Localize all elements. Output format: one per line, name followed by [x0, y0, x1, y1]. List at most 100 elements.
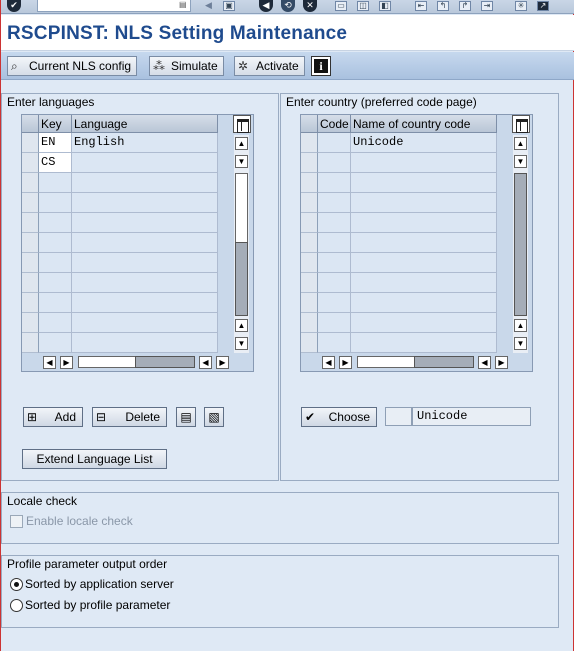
- row-selector[interactable]: [301, 313, 318, 333]
- languages-vscroll[interactable]: ▲ ▼ ▲ ▼: [234, 135, 249, 353]
- table-cell-name[interactable]: [351, 333, 497, 353]
- enable-locale-check-checkbox[interactable]: [10, 515, 23, 528]
- table-cell-language[interactable]: English: [72, 133, 218, 153]
- table-cell-language[interactable]: [72, 153, 218, 173]
- last-page-icon[interactable]: ⇥: [481, 1, 493, 11]
- scroll-right-icon[interactable]: ▶: [216, 356, 229, 369]
- table-cell-language[interactable]: [72, 293, 218, 313]
- next-page-icon[interactable]: ↱: [459, 1, 471, 11]
- row-selector[interactable]: [301, 193, 318, 213]
- table-cell-name[interactable]: Unicode: [351, 133, 497, 153]
- extend-language-list-button[interactable]: Extend Language List: [22, 449, 167, 469]
- row-selector[interactable]: [22, 333, 39, 353]
- page-down-icon[interactable]: ▼: [235, 337, 248, 350]
- row-selector[interactable]: [301, 133, 318, 153]
- table-cell-code[interactable]: [318, 133, 351, 153]
- row-selector[interactable]: [22, 213, 39, 233]
- sorted-by-profile-parameter-radio[interactable]: [10, 599, 23, 612]
- scroll-thumb[interactable]: [235, 242, 248, 316]
- row-selector[interactable]: [22, 233, 39, 253]
- table-cell-key[interactable]: [39, 253, 72, 273]
- current-nls-config-button[interactable]: ⌕ Current NLS config: [7, 56, 138, 76]
- table-cell-key[interactable]: [39, 313, 72, 333]
- table-cell-key[interactable]: [39, 293, 72, 313]
- hscroll-track[interactable]: [78, 356, 136, 368]
- find-icon[interactable]: ◫: [357, 1, 369, 11]
- simulate-button[interactable]: ⁂ Simulate: [149, 56, 224, 76]
- table-cell-language[interactable]: [72, 173, 218, 193]
- row-selector[interactable]: [301, 333, 318, 353]
- table-cell-name[interactable]: [351, 273, 497, 293]
- info-button[interactable]: i: [311, 56, 331, 76]
- sorted-by-app-server-radio[interactable]: [10, 578, 23, 591]
- column-header-country-name[interactable]: Name of country code: [351, 115, 497, 133]
- table-cell-code[interactable]: [318, 273, 351, 293]
- row-selector[interactable]: [22, 253, 39, 273]
- add-button[interactable]: ⊞ Add: [23, 407, 83, 427]
- row-selector[interactable]: [22, 133, 39, 153]
- table-cell-language[interactable]: [72, 233, 218, 253]
- find-next-icon[interactable]: ◧: [379, 1, 391, 11]
- row-selector[interactable]: [301, 213, 318, 233]
- command-history-icon[interactable]: ▤: [179, 0, 188, 10]
- column-header-key[interactable]: Key: [39, 115, 72, 133]
- table-cell-language[interactable]: [72, 193, 218, 213]
- scroll-up-icon[interactable]: ▲: [514, 137, 527, 150]
- country-vscroll[interactable]: ▲ ▼ ▲ ▼: [513, 135, 528, 353]
- row-selector[interactable]: [301, 253, 318, 273]
- scroll-left-icon[interactable]: ◀: [199, 356, 212, 369]
- column-header-code[interactable]: Code: [318, 115, 351, 133]
- table-cell-key[interactable]: [39, 173, 72, 193]
- table-cell-code[interactable]: [318, 173, 351, 193]
- scroll-right-icon[interactable]: ▶: [60, 356, 73, 369]
- select-all-icon[interactable]: ▤: [176, 407, 196, 427]
- command-field[interactable]: ▤: [37, 0, 191, 12]
- table-cell-code[interactable]: [318, 193, 351, 213]
- prev-page-icon[interactable]: ↰: [437, 1, 449, 11]
- table-cell-name[interactable]: [351, 153, 497, 173]
- print-icon[interactable]: ▭: [335, 1, 347, 11]
- table-cell-key[interactable]: CS: [39, 153, 72, 173]
- row-selector[interactable]: [301, 293, 318, 313]
- table-cell-name[interactable]: [351, 293, 497, 313]
- hscroll-thumb[interactable]: [135, 356, 195, 368]
- table-cell-key[interactable]: [39, 213, 72, 233]
- first-page-icon[interactable]: ⇤: [415, 1, 427, 11]
- table-cell-name[interactable]: [351, 193, 497, 213]
- shortcut-icon[interactable]: ↗: [537, 1, 549, 11]
- table-cell-code[interactable]: [318, 293, 351, 313]
- deselect-all-icon[interactable]: ▧: [204, 407, 224, 427]
- select-all-cell[interactable]: [22, 115, 39, 133]
- table-cell-language[interactable]: [72, 333, 218, 353]
- table-settings-icon[interactable]: [512, 115, 530, 133]
- row-selector[interactable]: [22, 313, 39, 333]
- table-cell-key[interactable]: [39, 233, 72, 253]
- hscroll-thumb[interactable]: [414, 356, 474, 368]
- delete-button[interactable]: ⊟ Delete: [92, 407, 167, 427]
- table-cell-language[interactable]: [72, 313, 218, 333]
- table-cell-code[interactable]: [318, 253, 351, 273]
- selected-code-field[interactable]: [385, 407, 412, 426]
- table-cell-language[interactable]: [72, 253, 218, 273]
- page-up-icon[interactable]: ▲: [235, 319, 248, 332]
- table-cell-key[interactable]: EN: [39, 133, 72, 153]
- column-header-language[interactable]: Language: [72, 115, 218, 133]
- row-selector[interactable]: [22, 193, 39, 213]
- table-cell-name[interactable]: [351, 233, 497, 253]
- table-cell-language[interactable]: [72, 213, 218, 233]
- choose-button[interactable]: ✔ Choose: [301, 407, 377, 427]
- table-cell-name[interactable]: [351, 253, 497, 273]
- table-cell-code[interactable]: [318, 333, 351, 353]
- activate-button[interactable]: ✲ Activate: [234, 56, 305, 76]
- scroll-left-icon[interactable]: ◀: [478, 356, 491, 369]
- cancel-icon[interactable]: ✕: [303, 0, 317, 12]
- page-down-icon[interactable]: ▼: [514, 337, 527, 350]
- scroll-up-icon[interactable]: ▲: [235, 137, 248, 150]
- row-selector[interactable]: [22, 273, 39, 293]
- scroll-down-icon[interactable]: ▼: [235, 155, 248, 168]
- table-cell-code[interactable]: [318, 233, 351, 253]
- scroll-left-icon[interactable]: ◀: [322, 356, 335, 369]
- scroll-down-icon[interactable]: ▼: [514, 155, 527, 168]
- table-cell-name[interactable]: [351, 173, 497, 193]
- exit-icon[interactable]: ⟲: [281, 0, 295, 12]
